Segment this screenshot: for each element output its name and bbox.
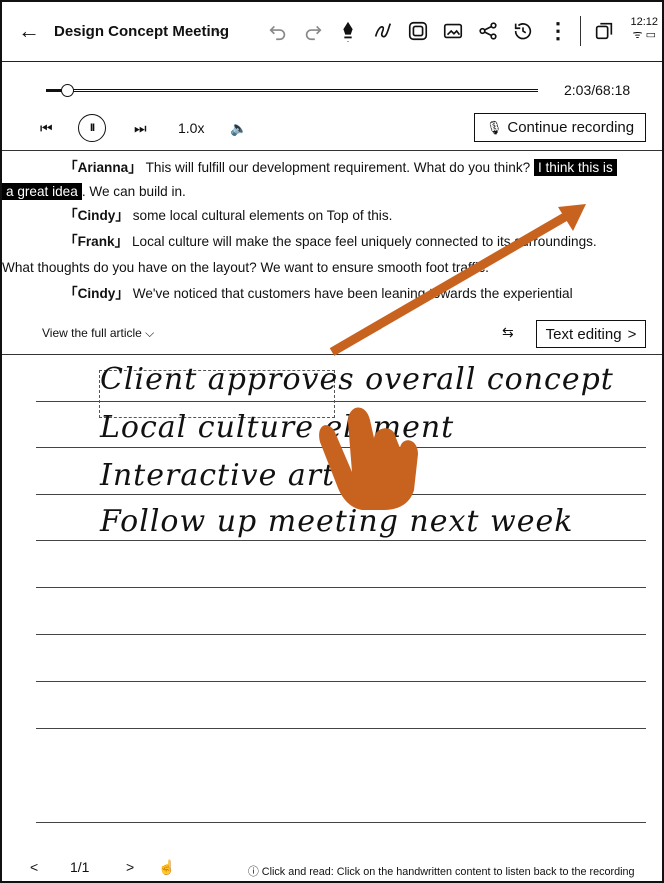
status-clock: 12:12 ᯤ ▭ bbox=[630, 16, 658, 42]
toolbar-divider bbox=[580, 16, 581, 46]
clock-time: 12:12 bbox=[630, 16, 658, 28]
prev-page-icon[interactable]: < bbox=[30, 859, 38, 875]
transcript-line: 「Arianna」 This will fulfill our developm… bbox=[64, 159, 617, 177]
ruled-line bbox=[36, 681, 646, 682]
microphone-icon: 🎙 bbox=[485, 119, 503, 135]
transcript-text: This will fulfill our development requir… bbox=[141, 160, 531, 175]
wifi-battery-icon: ᯤ ▭ bbox=[632, 29, 656, 41]
pause-button[interactable]: II bbox=[78, 114, 106, 142]
handwritten-line[interactable]: Interactive art bbox=[100, 458, 335, 493]
progress-knob[interactable] bbox=[60, 84, 74, 97]
transcript-text: Local culture will make the space feel u… bbox=[128, 234, 597, 249]
skip-back-icon[interactable]: ⏮ bbox=[40, 114, 53, 142]
app-window: ← Design Concept Meeting ⌵ ⋮ 12:12 ᯤ ▭ 2… bbox=[0, 0, 664, 883]
ruled-line bbox=[36, 634, 646, 635]
share-icon[interactable] bbox=[474, 18, 502, 44]
highlighted-text[interactable]: I think this is bbox=[533, 159, 617, 176]
playback-time: 2:03/68:18 bbox=[564, 82, 631, 98]
next-page-icon[interactable]: > bbox=[126, 859, 134, 875]
history-icon[interactable] bbox=[509, 18, 537, 44]
handwritten-line[interactable]: Client approves overall concept bbox=[100, 362, 614, 397]
transcript-text: We've noticed that customers have been l… bbox=[128, 286, 573, 301]
text-editing-button[interactable]: Text editing > bbox=[536, 320, 646, 348]
chevron-right-icon: > bbox=[627, 325, 637, 343]
audio-progress-bar[interactable] bbox=[46, 84, 538, 97]
progress-fill bbox=[46, 89, 61, 92]
continue-recording-button[interactable]: 🎙 Continue recording bbox=[474, 113, 646, 142]
ruled-line bbox=[36, 447, 646, 448]
lasso-icon[interactable] bbox=[369, 18, 397, 44]
swap-icon[interactable]: ⇆ bbox=[502, 324, 514, 341]
continue-recording-label: Continue recording bbox=[507, 119, 635, 136]
transcript-text: some local cultural elements on Top of t… bbox=[128, 208, 393, 223]
speaker-label: 「Cindy」 bbox=[64, 208, 129, 223]
transcript-line: a great idea. We can build in. bbox=[2, 183, 186, 201]
pen-icon[interactable] bbox=[334, 18, 362, 44]
playback-speed[interactable]: 1.0x bbox=[178, 114, 204, 142]
transcript-text: What thoughts do you have on the layout?… bbox=[2, 260, 489, 275]
speaker-label: 「Cindy」 bbox=[64, 286, 129, 301]
transcript-line: 「Cindy」 some local cultural elements on … bbox=[64, 207, 392, 225]
handwritten-line[interactable]: Follow up meeting next week bbox=[100, 504, 573, 539]
transcript-line: 「Cindy」 We've noticed that customers hav… bbox=[64, 285, 573, 303]
skip-forward-icon[interactable]: ⏭ bbox=[134, 114, 147, 142]
window-icon[interactable] bbox=[590, 18, 618, 44]
transcript-line: What thoughts do you have on the layout?… bbox=[2, 259, 489, 277]
transcript-text: . We can build in. bbox=[81, 184, 186, 199]
view-full-article-link[interactable]: View the full article ⌵ bbox=[42, 326, 154, 341]
handwritten-line[interactable]: Local culture element bbox=[100, 410, 454, 445]
transcript-panel[interactable]: 「Arianna」 This will fulfill our developm… bbox=[2, 150, 662, 322]
image-icon[interactable] bbox=[439, 18, 467, 44]
text-editing-label: Text editing bbox=[545, 325, 622, 343]
ruled-line bbox=[36, 540, 646, 541]
volume-icon[interactable]: 🔈 bbox=[230, 114, 247, 142]
ruled-line bbox=[36, 728, 646, 729]
click-and-read-hint: ⓘ Click and read: Click on the handwritt… bbox=[248, 866, 635, 878]
page-indicator: 1/1 bbox=[70, 859, 90, 875]
redo-icon[interactable] bbox=[299, 18, 327, 44]
bottom-bar: < 1/1 > ☝ ⓘ Click and read: Click on the… bbox=[2, 855, 662, 881]
highlighted-text[interactable]: a great idea bbox=[2, 183, 82, 200]
more-icon[interactable]: ⋮ bbox=[544, 18, 572, 44]
ruled-line bbox=[36, 822, 646, 823]
top-toolbar: ← Design Concept Meeting ⌵ ⋮ 12:12 ᯤ ▭ bbox=[2, 2, 662, 62]
ruled-line bbox=[36, 587, 646, 588]
speaker-label: 「Frank」 bbox=[64, 234, 129, 249]
note-title[interactable]: Design Concept Meeting bbox=[54, 18, 229, 44]
title-dropdown-icon[interactable]: ⌵ bbox=[214, 18, 222, 44]
ruled-line bbox=[36, 494, 646, 495]
undo-icon[interactable] bbox=[264, 18, 292, 44]
touch-disabled-icon[interactable]: ☝ bbox=[158, 859, 175, 876]
template-icon[interactable] bbox=[404, 18, 432, 44]
back-arrow-icon[interactable]: ← bbox=[14, 18, 44, 44]
transcript-line: 「Frank」 Local culture will make the spac… bbox=[64, 233, 597, 251]
speaker-label: 「Arianna」 bbox=[64, 160, 142, 175]
